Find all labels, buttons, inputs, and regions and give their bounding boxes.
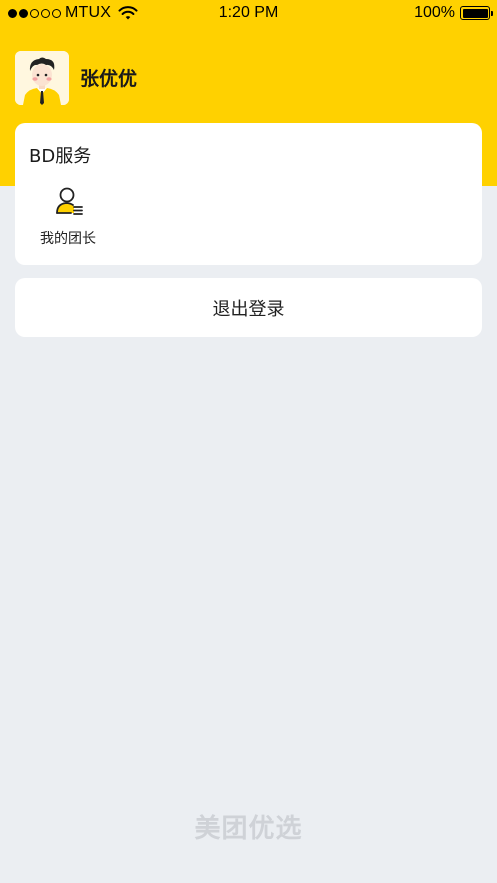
battery-percentage: 100% bbox=[414, 4, 455, 21]
status-bar-right: 100% bbox=[414, 4, 493, 22]
team-leader-icon bbox=[56, 187, 83, 215]
status-bar: MTUX 1:20 PM 100% bbox=[0, 0, 497, 28]
service-item-label: 我的团长 bbox=[40, 231, 96, 247]
user-name: 张优优 bbox=[80, 68, 138, 90]
section-title: BD服务 bbox=[29, 146, 92, 167]
logout-label: 退出登录 bbox=[212, 298, 285, 320]
service-item-team-leader[interactable]: 我的团长 bbox=[29, 183, 107, 253]
bd-services-card: BD服务 我的团长 bbox=[15, 123, 482, 265]
logout-button[interactable]: 退出登录 bbox=[15, 278, 482, 337]
user-avatar-icon[interactable] bbox=[15, 51, 69, 105]
app-screen: MTUX 1:20 PM 100% 张优优 BD服务 我的团长 退出登录 美团优… bbox=[0, 0, 497, 883]
brand-footer: 美团优选 bbox=[194, 814, 303, 844]
battery-icon bbox=[460, 6, 493, 20]
